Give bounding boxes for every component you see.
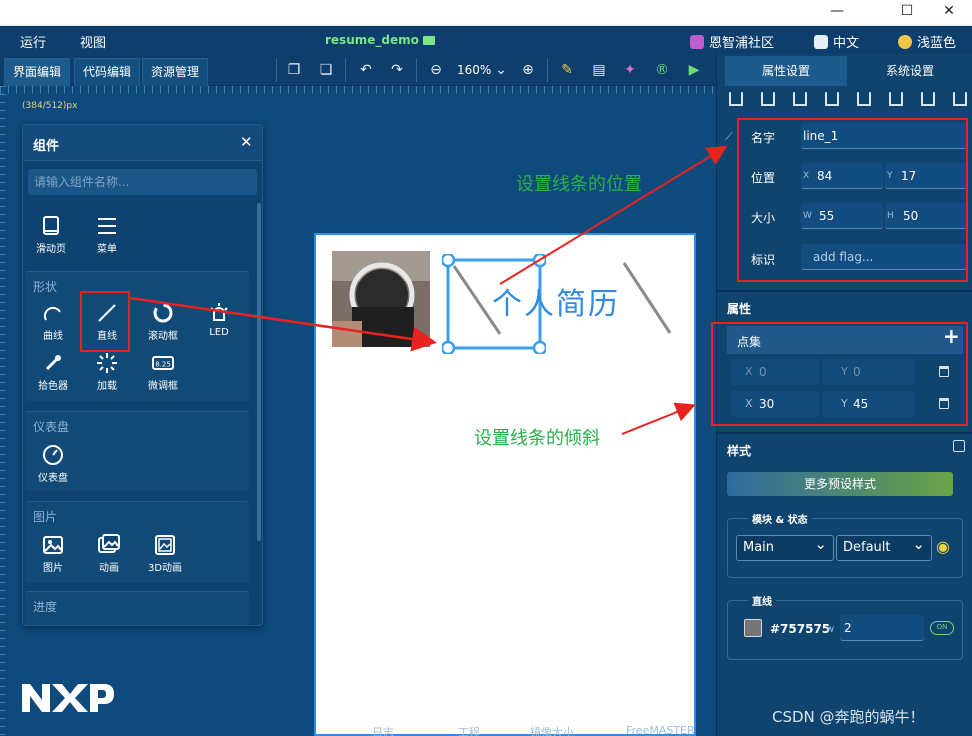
status-tab-freemaster[interactable]: FreeMASTER: [626, 724, 695, 736]
arrow-tilt: [621, 402, 696, 435]
watermark: CSDN @奔跑的蜗牛！: [772, 708, 925, 726]
annotation-arrows: [129, 145, 728, 435]
arrow-position: [499, 145, 728, 285]
status-tab-log[interactable]: 日志: [372, 724, 394, 736]
status-tab-project[interactable]: 工程: [458, 724, 480, 736]
arrow-line-to-canvas: [129, 296, 437, 352]
annotation-tilt: 设置线条的倾斜: [474, 428, 600, 449]
status-bar: 日志 工程 镜像大小 FreeMASTER: [330, 724, 716, 736]
annotation-position: 设置线条的位置: [516, 174, 642, 195]
status-tab-image-size[interactable]: 镜像大小: [530, 724, 574, 736]
